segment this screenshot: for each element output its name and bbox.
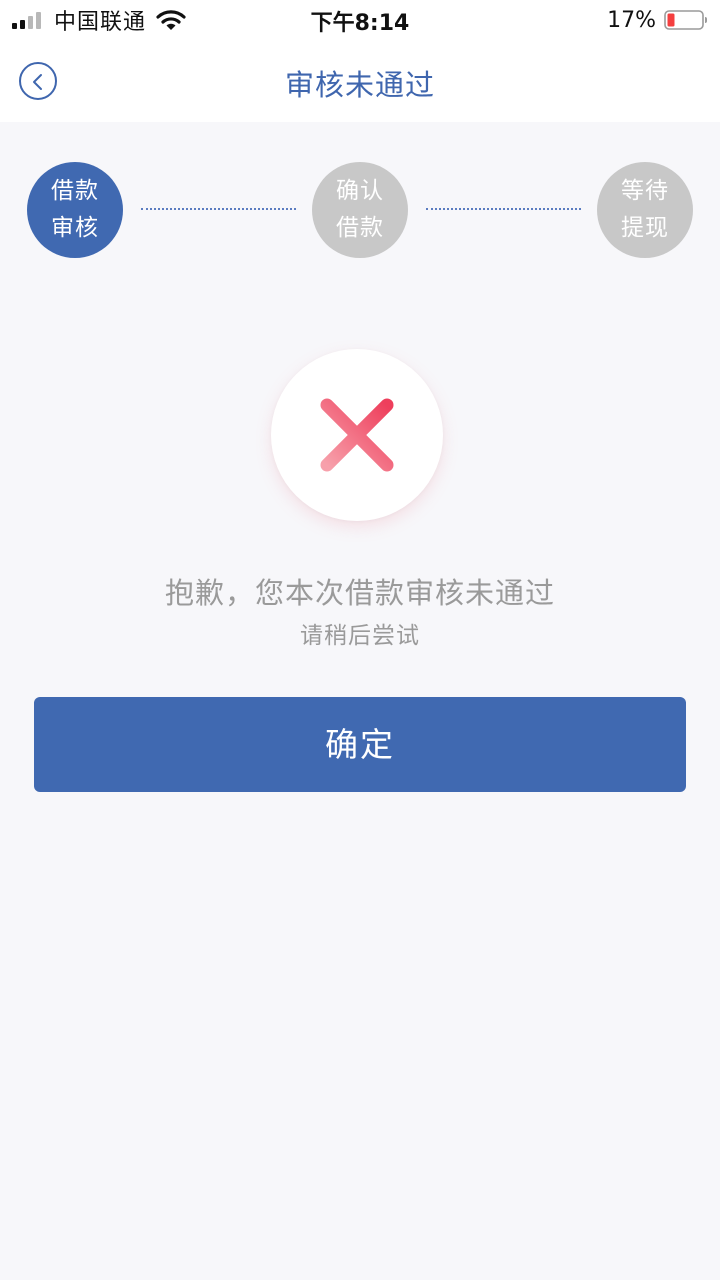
page-title: 审核未通过 bbox=[284, 68, 435, 102]
battery-icon bbox=[664, 10, 707, 30]
step-confirm-loan: 确认 借款 bbox=[312, 162, 408, 258]
step-label-line2: 审核 bbox=[51, 215, 99, 241]
step-loan-review: 借款 审核 bbox=[27, 162, 123, 258]
nav-bar: 审核未通过 bbox=[0, 40, 720, 122]
battery-percent: 17% bbox=[607, 7, 656, 33]
step-label-line1: 等待 bbox=[621, 178, 669, 204]
error-x-icon bbox=[320, 398, 394, 472]
result-submessage: 请稍后尝试 bbox=[300, 623, 420, 649]
step-label-line2: 提现 bbox=[621, 215, 669, 241]
step-label-line1: 确认 bbox=[336, 178, 384, 204]
step-label-line2: 借款 bbox=[336, 215, 384, 241]
step-await-withdrawal: 等待 提现 bbox=[597, 162, 693, 258]
result-icon-container bbox=[271, 349, 443, 521]
step-label-line1: 借款 bbox=[51, 178, 99, 204]
result-message: 抱歉，您本次借款审核未通过 bbox=[164, 576, 555, 610]
confirm-button[interactable]: 确定 bbox=[34, 697, 686, 792]
step-connector bbox=[426, 208, 581, 210]
status-right: 17% bbox=[607, 6, 708, 34]
status-bar: 中国联通 下午8:14 17% bbox=[0, 0, 720, 40]
step-connector bbox=[141, 208, 296, 210]
